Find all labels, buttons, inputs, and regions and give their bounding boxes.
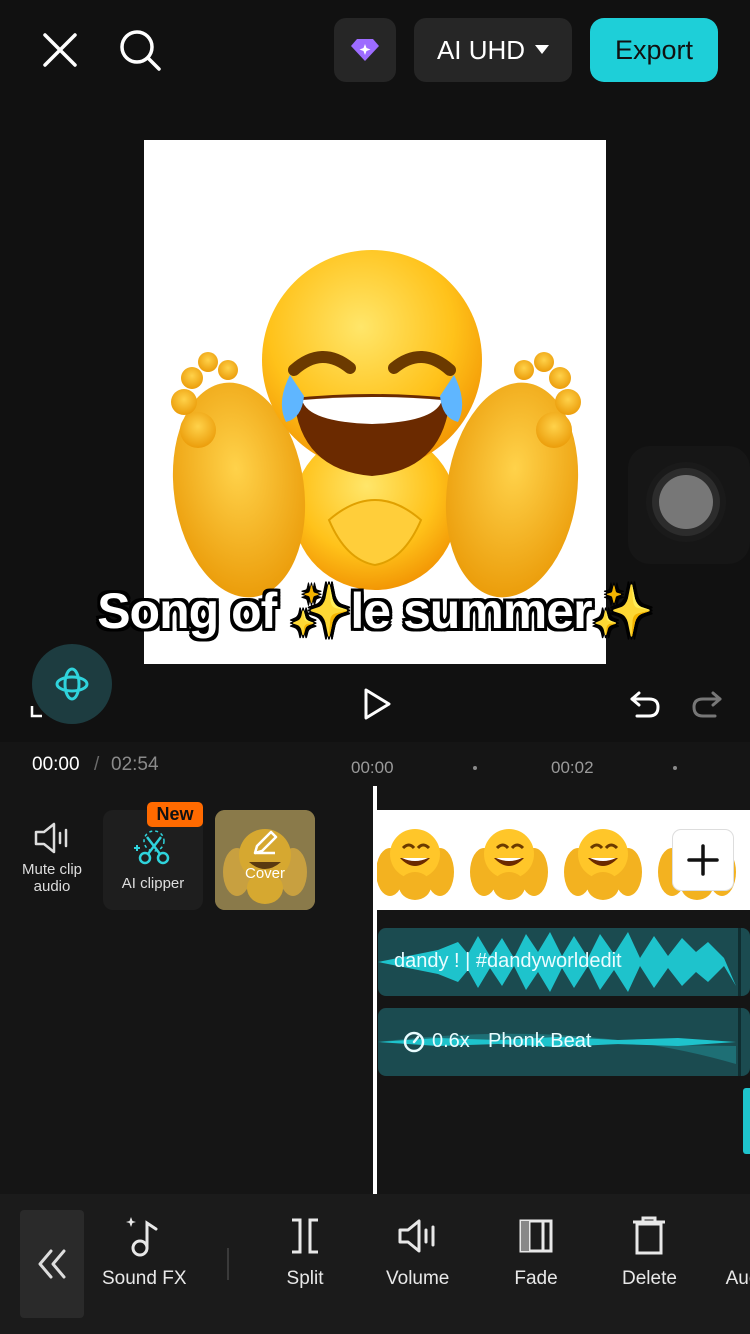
audio-button-partial[interactable]: Auc — [720, 1214, 750, 1290]
audio-track-dandy[interactable]: dandy ! | #dandyworldedit — [378, 928, 750, 996]
sound-fx-label: Sound FX — [102, 1268, 187, 1289]
export-button[interactable]: Export — [590, 18, 718, 82]
delete-button[interactable]: Delete — [622, 1214, 677, 1290]
playhead[interactable] — [373, 786, 377, 1194]
redo-icon — [692, 691, 722, 718]
collapse-toolbar-button[interactable] — [20, 1210, 84, 1318]
ruler-tick-label: 00:02 — [551, 758, 594, 777]
delete-icon — [633, 1216, 666, 1255]
play-button[interactable] — [355, 684, 399, 724]
close-icon — [43, 33, 77, 67]
delete-label: Delete — [622, 1268, 677, 1289]
scissors-icon — [134, 829, 170, 864]
keyframe-icon — [55, 667, 89, 701]
record-knob-icon — [646, 462, 726, 542]
mute-clip-audio-button[interactable]: Mute clip audio — [2, 808, 102, 908]
ruler-dot — [673, 766, 677, 770]
close-button[interactable] — [34, 26, 86, 74]
diamond-icon — [351, 39, 379, 61]
search-button[interactable] — [112, 24, 168, 76]
audio-track-label: Phonk Beat — [488, 1030, 592, 1052]
play-icon — [364, 688, 391, 720]
fade-label: Fade — [514, 1268, 558, 1289]
music-note-icon — [126, 1217, 158, 1257]
cover-button[interactable]: Cover — [215, 810, 315, 910]
caret-down-icon — [535, 45, 550, 54]
audio-track-phonk[interactable]: 0.6x Phonk Beat — [378, 1008, 750, 1076]
quality-label: AI UHD — [436, 34, 526, 65]
quality-dropdown[interactable]: AI UHD — [414, 18, 572, 82]
cover-thumbnail — [215, 810, 315, 910]
total-time: 02:54 — [111, 754, 159, 775]
undo-icon — [630, 691, 660, 718]
edit-pencil-icon — [253, 830, 278, 854]
audio-partial-label: Auc — [725, 1268, 750, 1289]
track-edge-handle[interactable] — [743, 1088, 750, 1154]
redo-button[interactable] — [686, 684, 728, 724]
fade-icon — [519, 1219, 553, 1253]
add-clip-button[interactable] — [673, 830, 733, 890]
cover-label: Cover — [244, 864, 285, 882]
mute-clip-label: Mute clip audio — [21, 861, 83, 895]
volume-icon — [398, 1219, 435, 1253]
audio-track-label: dandy ! | #dandyworldedit — [394, 950, 622, 972]
split-label: Split — [286, 1268, 324, 1289]
new-badge: New — [147, 802, 203, 827]
double-chevron-left-icon — [38, 1249, 66, 1279]
volume-label: Volume — [386, 1268, 450, 1289]
speaker-icon — [34, 822, 68, 854]
speed-label: 0.6x — [432, 1030, 470, 1052]
ruler-tick-label: 00:00 — [351, 758, 394, 777]
caption-text[interactable]: Song of ✨le summer✨ — [0, 582, 750, 641]
split-icon — [292, 1218, 318, 1254]
volume-button[interactable]: Volume — [386, 1214, 449, 1290]
search-icon — [120, 30, 161, 71]
premium-button[interactable] — [334, 18, 396, 82]
fullscreen-icon[interactable] — [30, 700, 46, 718]
ruler-dot — [473, 766, 477, 770]
toolbar-divider — [227, 1248, 229, 1280]
split-button[interactable]: Split — [283, 1214, 327, 1290]
fade-button[interactable]: Fade — [514, 1214, 558, 1290]
sound-fx-button[interactable]: Sound FX — [102, 1214, 187, 1290]
plus-icon — [687, 844, 719, 876]
speed-gauge-icon — [403, 1031, 425, 1053]
ai-clipper-label: AI clipper — [121, 874, 185, 892]
current-time: 00:00 — [32, 754, 80, 775]
undo-button[interactable] — [624, 684, 666, 724]
record-control[interactable] — [628, 446, 750, 564]
time-separator: / — [94, 754, 100, 775]
